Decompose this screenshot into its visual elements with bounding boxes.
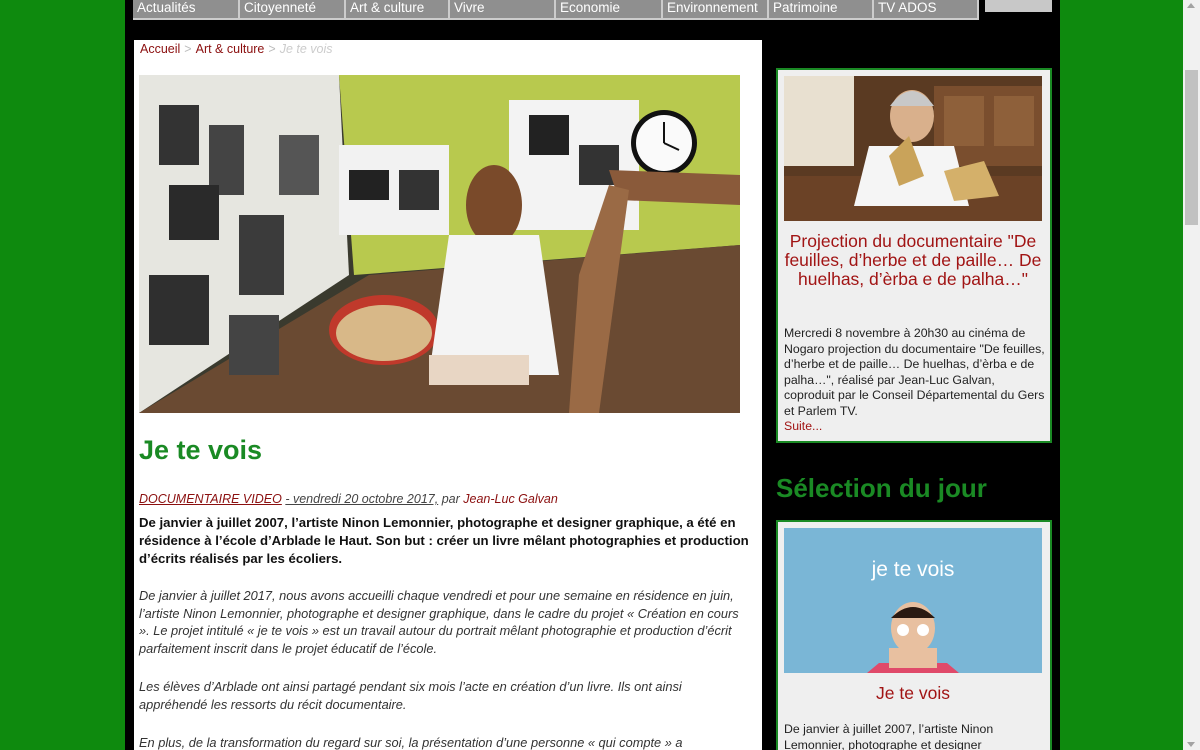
article-lead: De janvier à juillet 2007, l’artiste Nin… (139, 515, 749, 566)
article-by: par (441, 492, 460, 506)
article-category-link[interactable]: DOCUMENTAIRE VIDEO (139, 492, 282, 506)
projection-thumbnail[interactable] (784, 76, 1042, 221)
article-paragraph: Les élèves d’Arblade ont ainsi partagé p… (139, 679, 682, 712)
nav-item-actualites[interactable]: Actualités (133, 0, 240, 20)
nav-item-patrimoine[interactable]: Patrimoine (769, 0, 874, 20)
article-date: - vendredi 20 octobre 2017, (285, 492, 439, 506)
article-paragraph: De janvier à juillet 2017, nous avons ac… (139, 588, 739, 656)
je-te-vois-thumbnail[interactable]: je te vois (784, 528, 1042, 673)
article-meta: DOCUMENTAIRE VIDEO - vendredi 20 octobre… (139, 492, 558, 506)
page-wrapper: Actualités Citoyenneté Art & culture Viv… (125, 0, 1060, 750)
article-paragraph: En plus, de la transformation du regard … (139, 735, 683, 750)
sidebar-card-projection[interactable]: Projection du documentaire "De feuilles,… (776, 68, 1052, 443)
article-column: Accueil > Art & culture > Je te vois Je … (134, 40, 762, 750)
projection-title-link[interactable]: Projection du documentaire "De feuilles,… (784, 232, 1042, 289)
scroll-up-arrow-icon[interactable] (1187, 3, 1195, 8)
nav-item-tv-ados[interactable]: TV ADOS (874, 0, 979, 20)
breadcrumb-separator: > (268, 42, 276, 56)
nav-item-vivre[interactable]: Vivre (450, 0, 556, 20)
je-te-vois-title-link[interactable]: Je te vois (784, 684, 1042, 703)
scrollbar-thumb[interactable] (1185, 70, 1198, 225)
je-te-vois-summary: De janvier à juillet 2007, l’artiste Nin… (784, 722, 994, 750)
breadcrumb-home-link[interactable]: Accueil (140, 42, 180, 56)
main-nav: Actualités Citoyenneté Art & culture Viv… (133, 0, 979, 20)
breadcrumb-separator: > (184, 42, 192, 56)
breadcrumb-section-link[interactable]: Art & culture (196, 42, 265, 56)
nav-item-economie[interactable]: Economie (556, 0, 663, 20)
article-author-link[interactable]: Jean-Luc Galvan (463, 492, 558, 506)
selection-du-jour-heading: Sélection du jour (776, 473, 987, 503)
page-scrollbar[interactable] (1183, 0, 1200, 750)
nav-item-art-culture[interactable]: Art & culture (346, 0, 450, 20)
nav-item-environnement[interactable]: Environnement (663, 0, 769, 20)
breadcrumb-current: Je te vois (279, 42, 333, 56)
nav-tail (985, 0, 1052, 12)
breadcrumb: Accueil > Art & culture > Je te vois (140, 41, 756, 57)
projection-more-link[interactable]: Suite... (784, 419, 822, 433)
article-hero-image (139, 75, 740, 413)
nav-item-citoyennete[interactable]: Citoyenneté (240, 0, 346, 20)
projection-summary-text: Mercredi 8 novembre à 20h30 au cinéma de… (784, 326, 1045, 418)
sidebar-card-je-te-vois[interactable]: je te vois Je te vois De janvier à juill… (776, 520, 1052, 750)
article-title: Je te vois (139, 435, 263, 465)
scroll-down-arrow-icon[interactable] (1187, 742, 1195, 747)
projection-summary: Mercredi 8 novembre à 20h30 au cinéma de… (784, 326, 1046, 435)
je-te-vois-image-caption: je te vois (871, 558, 955, 581)
